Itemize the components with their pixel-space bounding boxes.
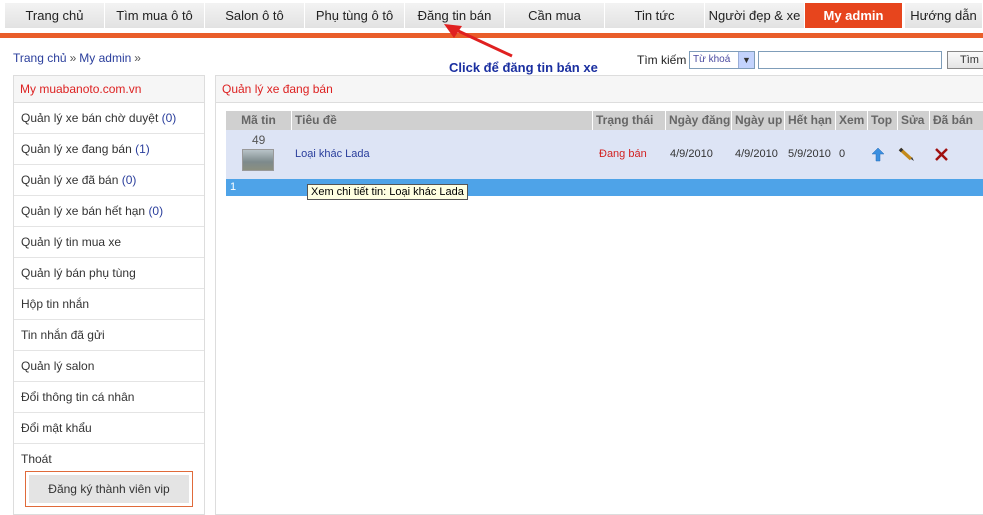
car-thumbnail[interactable] (242, 149, 274, 171)
breadcrumb-separator: » (69, 51, 77, 65)
column-header: Top (868, 111, 898, 130)
nav-item-home[interactable]: Trang chủ (5, 3, 105, 28)
search-input[interactable] (758, 51, 942, 69)
sidebar-item-password[interactable]: Đổi mật khẩu (14, 413, 204, 444)
listing-status: Đang bán (599, 148, 647, 160)
breadcrumb-current[interactable]: My admin (79, 51, 131, 65)
sidebar-item-count: (0) (121, 173, 137, 187)
sidebar-item-sent[interactable]: Tin nhắn đã gửi (14, 320, 204, 351)
breadcrumb-separator: » (134, 51, 141, 65)
sidebar-item-profile[interactable]: Đổi thông tin cá nhân (14, 382, 204, 413)
nav-item-guide[interactable]: Hướng dẫn (905, 3, 983, 28)
nav-item-wanted[interactable]: Cần mua (505, 3, 605, 28)
listing-up-date: 4/9/2010 (735, 148, 778, 160)
delete-x-icon[interactable] (935, 148, 948, 161)
sidebar-item-label: Đổi thông tin cá nhân (21, 390, 135, 404)
search-label: Tìm kiếm (637, 53, 687, 67)
sidebar-item-selling[interactable]: Quản lý xe đang bán (1) (14, 134, 204, 165)
chevron-down-icon[interactable]: ▼ (738, 52, 754, 68)
column-header: Tiêu đề (292, 111, 593, 130)
column-header: Xem (836, 111, 868, 130)
listing-expire-date: 5/9/2010 (788, 148, 831, 160)
sidebar: My muabanoto.com.vn Quản lý xe bán chờ d… (13, 75, 205, 515)
nav-item-buy-car[interactable]: Tìm mua ô tô (105, 3, 205, 28)
page-number[interactable]: 1 (230, 181, 236, 193)
sidebar-item-label: Quản lý xe đang bán (21, 142, 136, 156)
column-header: Sửa (898, 111, 930, 130)
nav-item-salon[interactable]: Salon ô tô (205, 3, 305, 28)
table-header: Mã tin Tiêu đề Trạng thái Ngày đăng Ngày… (226, 111, 983, 130)
sidebar-item-label: Quản lý xe đã bán (21, 173, 122, 187)
column-header: Mã tin (226, 111, 292, 130)
nav-item-parts[interactable]: Phụ tùng ô tô (305, 3, 405, 28)
tooltip: Xem chi tiết tin: Loại khác Lada (307, 184, 468, 200)
sidebar-item-label: Quản lý bán phụ tùng (21, 266, 136, 280)
sidebar-item-label: Hộp tin nhắn (21, 297, 90, 311)
nav-item-my-admin[interactable]: My admin (805, 3, 903, 28)
sidebar-item-wanted-ads[interactable]: Quản lý tin mua xe (14, 227, 204, 258)
sidebar-item-sold[interactable]: Quản lý xe đã bán (0) (14, 165, 204, 196)
sidebar-item-count: (1) (135, 142, 150, 156)
annotation-text: Click để đăng tin bán xe (449, 60, 598, 75)
sidebar-item-pending[interactable]: Quản lý xe bán chờ duyệt (0) (14, 103, 204, 134)
nav-item-news[interactable]: Tin tức (605, 3, 705, 28)
sidebar-item-label: Quản lý salon (21, 359, 95, 373)
column-header: Hết hạn (785, 111, 836, 130)
column-header: Ngày đăng (666, 111, 732, 130)
breadcrumb-home[interactable]: Trang chủ (13, 51, 67, 65)
sidebar-item-count: (0) (148, 204, 164, 218)
vip-register-label: Đăng ký thành viên vip (29, 475, 189, 503)
listing-title-link[interactable]: Loại khác Lada (295, 130, 370, 179)
vip-register-button[interactable]: Đăng ký thành viên vip (25, 471, 193, 507)
sidebar-item-logout[interactable]: Thoát (14, 444, 204, 474)
arrow-up-icon[interactable] (871, 147, 885, 162)
sidebar-item-inbox[interactable]: Hộp tin nhắn (14, 289, 204, 320)
sidebar-item-parts[interactable]: Quản lý bán phụ tùng (14, 258, 204, 289)
search-button[interactable]: Tìm (947, 51, 983, 69)
listing-views: 0 (839, 148, 846, 160)
search-type-select[interactable]: Từ khoá ▼ (689, 51, 755, 69)
sidebar-item-label: Tin nhắn đã gửi (21, 328, 105, 342)
sidebar-item-expired[interactable]: Quản lý xe bán hết hạn (0) (14, 196, 204, 227)
column-header: Ngày up (732, 111, 785, 130)
column-header: Trạng thái (593, 111, 666, 130)
sidebar-title: My muabanoto.com.vn (14, 76, 204, 103)
listing-posted-date: 4/9/2010 (670, 148, 713, 160)
pencil-icon[interactable] (897, 146, 915, 162)
main-title: Quản lý xe đang bán (216, 76, 983, 103)
sidebar-item-label: Đổi mật khẩu (21, 421, 92, 435)
sidebar-item-count: (0) (161, 111, 177, 125)
nav-item-models[interactable]: Người đẹp & xe (705, 3, 805, 28)
sidebar-item-label: Quản lý tin mua xe (21, 235, 122, 249)
sidebar-item-label: Thoát (21, 452, 52, 466)
table-row: 49 Loại khác Lada Đang bán 4/9/2010 4/9/… (226, 130, 983, 179)
search-type-value: Từ khoá (693, 54, 731, 65)
annotation-arrow-icon (444, 24, 513, 58)
sidebar-item-label: Quản lý xe bán hết hạn (21, 204, 149, 218)
listing-id: 49 (252, 133, 266, 147)
sidebar-item-salon[interactable]: Quản lý salon (14, 351, 204, 382)
breadcrumb: Trang chủ» My admin» (13, 51, 144, 65)
column-header: Đã bán (933, 113, 974, 127)
sidebar-item-label: Quản lý xe bán chờ duyệt (21, 111, 162, 125)
